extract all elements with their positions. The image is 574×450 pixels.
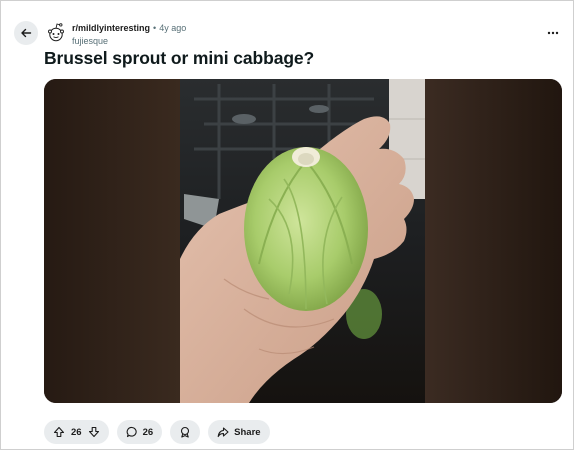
arrow-left-icon xyxy=(21,28,32,38)
downvote-arrow-icon[interactable] xyxy=(88,426,100,438)
post-image[interactable] xyxy=(44,79,562,403)
post-meta: r/mildlyinteresting • 4y ago fujiesque xyxy=(72,22,186,47)
award-button[interactable] xyxy=(170,420,201,444)
more-options-button[interactable] xyxy=(544,24,562,42)
subreddit-link[interactable]: r/mildlyinteresting xyxy=(72,22,150,34)
author-link[interactable]: fujiesque xyxy=(72,35,186,47)
back-button[interactable] xyxy=(14,21,38,45)
subreddit-avatar[interactable] xyxy=(44,20,68,44)
award-icon xyxy=(181,426,190,438)
comment-count: 26 xyxy=(142,426,154,438)
post-age: 4y ago xyxy=(159,23,187,33)
vote-count: 26 xyxy=(71,426,82,438)
comments-button[interactable]: 26 xyxy=(116,420,163,444)
upvote-arrow-icon[interactable] xyxy=(53,426,65,438)
comment-bubble-icon xyxy=(126,426,137,438)
share-label: Share xyxy=(234,426,261,438)
snoo-avatar-icon xyxy=(48,23,64,42)
post-actions: 26 26 Share xyxy=(44,420,270,444)
more-horizontal-icon xyxy=(547,31,559,35)
share-arrow-icon xyxy=(217,427,229,438)
post-title[interactable]: Brussel sprout or mini cabbage? xyxy=(44,48,314,69)
brussel-sprout-photo xyxy=(44,79,562,403)
vote-bar: 26 xyxy=(44,420,109,444)
meta-separator: • xyxy=(153,23,157,33)
share-button[interactable]: Share xyxy=(208,420,270,444)
